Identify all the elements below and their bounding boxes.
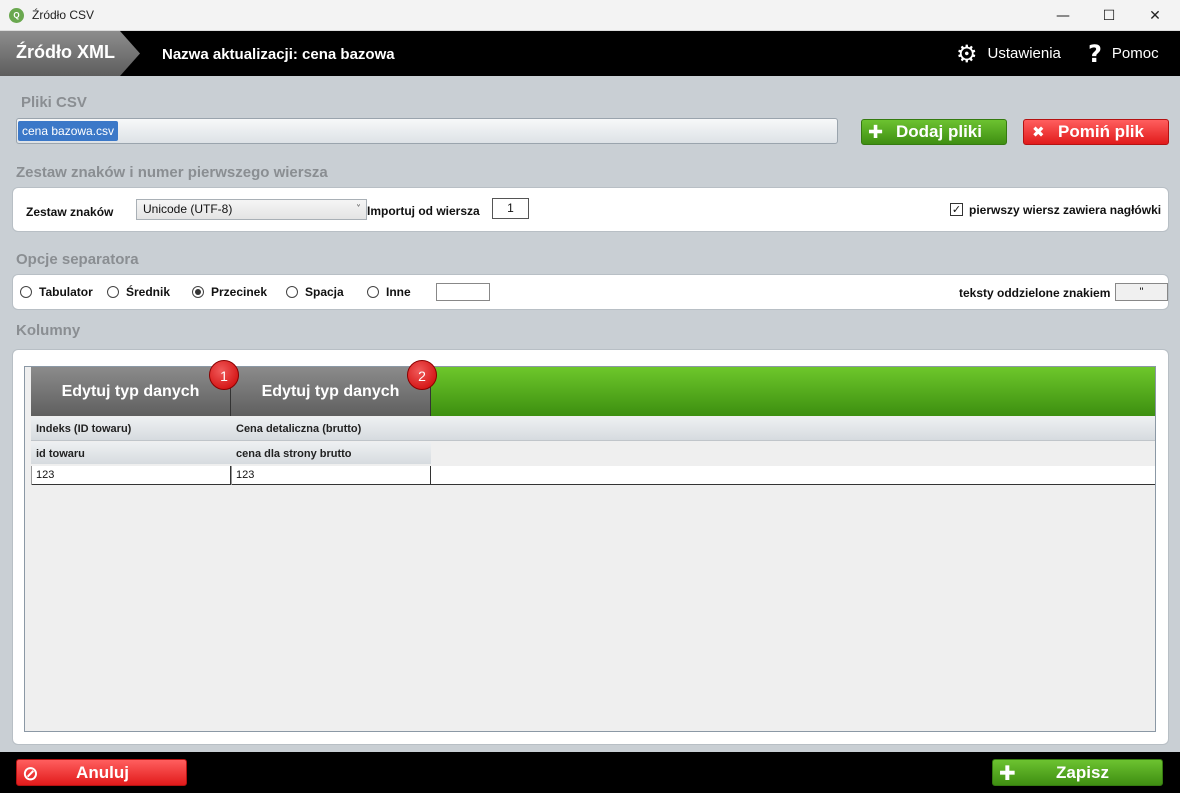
maximize-button[interactable]: ☐ [1086,0,1132,31]
separator-option-label: Inne [386,285,411,299]
skip-file-button[interactable]: ✖ Pomiń plik [1023,119,1169,145]
charset-select[interactable]: Unicode (UTF-8) ˅ [136,199,367,220]
charset-panel: Zestaw znaków Unicode (UTF-8) ˅ Importuj… [12,187,1169,232]
target-column-name-1[interactable]: id towaru [36,448,85,460]
save-label: Zapisz [1056,762,1109,782]
minimize-button[interactable]: — [1040,0,1086,31]
text-qualifier-label: teksty oddzielone znakiem [959,286,1111,300]
save-button[interactable]: ✚ Zapisz [992,759,1163,786]
separator-option-label: Spacja [305,285,344,299]
gear-icon: ⚙ [956,39,978,68]
footer-bar: ⊘ Anuluj ✚ Zapisz [0,752,1180,793]
edit-type-button-1[interactable]: Edytuj typ danych [31,367,231,416]
source-column-name-1: Indeks (ID towaru) [36,423,132,435]
column-badge-1: 1 [209,360,239,390]
help-label: Pomoc [1111,45,1159,62]
file-list[interactable]: cena bazowa.csv [16,118,838,144]
columns-grid: Edytuj typ danych Edytuj typ danych 1 2 … [24,360,1156,732]
files-section-label: Pliki CSV [21,94,87,111]
separator-panel: Tabulator Średnik Przecinek Spacja Inne … [12,274,1169,310]
target-column-name-2[interactable]: cena dla strony brutto [236,448,352,460]
columns-section-label: Kolumny [16,322,81,339]
add-files-label: Dodaj pliki [896,122,982,141]
update-title: Nazwa aktualizacji: cena bazowa [162,46,395,63]
app-header: Źródło XML Nazwa aktualizacji: cena bazo… [0,31,1180,76]
separator-option-przecinek[interactable]: Przecinek [192,285,267,299]
other-separator-input[interactable] [436,283,490,301]
title-bar: Q Źródło CSV — ☐ ✕ [0,0,1180,31]
cancel-button[interactable]: ⊘ Anuluj [16,759,187,786]
help-link[interactable]: ? Pomoc [1088,31,1159,76]
table-row: 123 123 [31,466,1155,485]
close-button[interactable]: ✕ [1132,0,1178,31]
sample-cell-2: 123 [231,466,431,485]
source-column-name-2: Cena detaliczna (brutto) [236,423,362,435]
target-header-row: id towaru cena dla strony brutto [31,442,431,464]
brand-tab[interactable]: Źródło XML [0,31,140,76]
source-header-row: Indeks (ID towaru) Cena detaliczna (brut… [31,417,1155,441]
header-row-label: pierwszy wiersz zawiera nagłówki [969,203,1162,217]
app-icon: Q [9,8,24,23]
help-icon: ? [1088,39,1102,68]
brand-label: Źródło XML [16,42,115,62]
settings-label: Ustawienia [987,45,1061,62]
plus-icon: ✚ [999,760,1016,785]
separator-option-srednik[interactable]: Średnik [107,285,170,299]
add-files-button[interactable]: ✚ Dodaj pliki [861,119,1007,145]
separator-section-label: Opcje separatora [16,251,139,268]
column-badge-2: 2 [407,360,437,390]
cancel-label: Anuluj [76,762,129,782]
charset-value: Unicode (UTF-8) [143,202,233,216]
header-row-checkbox[interactable]: ✓ [950,203,963,216]
separator-option-tabulator[interactable]: Tabulator [20,285,93,299]
separator-option-label: Przecinek [211,285,268,299]
separator-option-label: Tabulator [39,285,93,299]
edit-type-button-2[interactable]: Edytuj typ danych [231,367,431,416]
window-title: Źródło CSV [32,8,95,22]
plus-icon: ✚ [868,121,884,143]
import-from-label: Importuj od wiersza [367,204,480,218]
charset-label: Zestaw znaków [26,205,114,219]
separator-option-label: Średnik [126,285,171,299]
radio-inne[interactable] [367,286,379,298]
text-qualifier-input[interactable]: " [1115,283,1168,301]
cancel-icon: ⊘ [22,760,39,785]
separator-option-inne[interactable]: Inne [367,285,411,299]
radio-przecinek[interactable] [192,286,204,298]
skip-file-label: Pomiń plik [1058,122,1144,141]
selected-file[interactable]: cena bazowa.csv [18,121,119,141]
charset-section-label: Zestaw znaków i numer pierwszego wiersza [16,164,328,181]
chevron-down-icon: ˅ [356,204,361,215]
separator-option-spacja[interactable]: Spacja [286,285,344,299]
x-icon: ✖ [1032,123,1045,141]
radio-tabulator[interactable] [20,286,32,298]
import-from-input[interactable]: 1 [492,198,529,219]
sample-cell-1: 123 [31,466,231,485]
radio-srednik[interactable] [107,286,119,298]
radio-spacja[interactable] [286,286,298,298]
settings-link[interactable]: ⚙ Ustawienia [956,31,1061,76]
